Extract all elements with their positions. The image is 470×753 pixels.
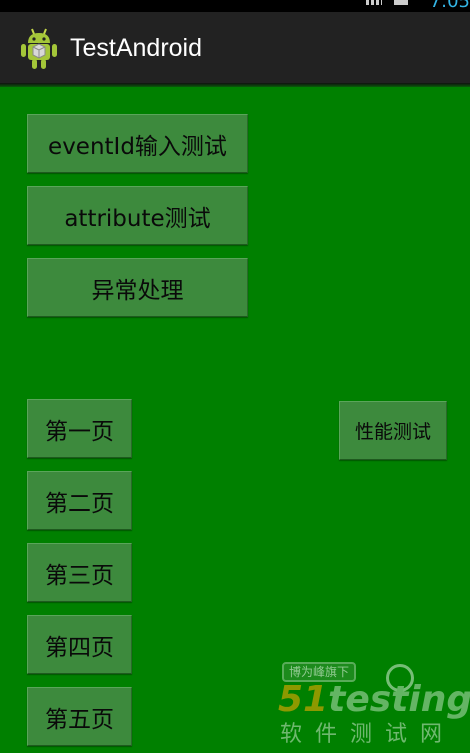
watermark-logo: 51testing [278,680,470,720]
attribute-test-button[interactable]: attribute测试 [27,186,248,245]
watermark-logo-number: 51 [278,679,329,720]
page-5-button[interactable]: 第五页 [27,687,132,746]
watermark-logo-text: testing [328,679,470,720]
app-title: TestAndroid [70,34,203,62]
android-robot-icon [21,28,57,69]
status-time: 7:05 [429,0,470,12]
watermark-subtitle: 软件测试网 [280,722,456,747]
event-id-test-button[interactable]: eventId输入测试 [27,114,248,173]
exception-handling-button[interactable]: 异常处理 [27,258,248,317]
action-bar-shadow [0,83,470,87]
page-4-button[interactable]: 第四页 [27,615,132,674]
battery-icon [394,0,408,5]
status-bar: 7:05 [0,0,470,12]
watermark: 博为峰旗下 51testing 软件测试网 [278,660,470,750]
page-3-button[interactable]: 第三页 [27,543,132,602]
performance-test-button[interactable]: 性能测试 [339,401,447,460]
signal-icon [366,0,382,5]
action-bar: TestAndroid [0,12,470,83]
page-1-button[interactable]: 第一页 [27,399,132,458]
page-2-button[interactable]: 第二页 [27,471,132,530]
